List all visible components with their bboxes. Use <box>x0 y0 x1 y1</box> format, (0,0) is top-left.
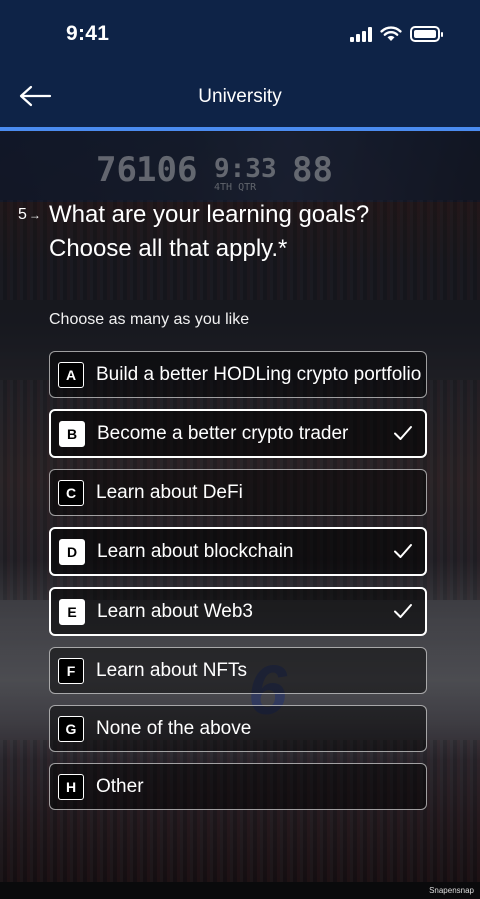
progress-bar <box>0 127 480 131</box>
wifi-icon <box>380 26 402 41</box>
option-key: D <box>59 539 85 565</box>
option-f[interactable]: F Learn about NFTs <box>49 647 427 694</box>
option-label: Learn about NFTs <box>96 660 248 681</box>
status-time: 9:41 <box>66 22 110 45</box>
option-label: Build a better HODLing crypto portfolio <box>96 364 422 385</box>
option-key: H <box>58 774 84 800</box>
progress-fill <box>0 127 480 131</box>
option-key: C <box>58 480 84 506</box>
checkmark-icon <box>394 604 412 618</box>
cellular-signal-icon <box>350 26 372 42</box>
option-label: None of the above <box>96 718 252 739</box>
top-bar: 9:41 University <box>0 0 480 127</box>
option-key: E <box>59 599 85 625</box>
option-h[interactable]: H Other <box>49 763 427 810</box>
question-subtitle: Choose as many as you like <box>49 311 250 328</box>
question-text: What are your learning goals? Choose all… <box>49 201 370 262</box>
option-label: Learn about DeFi <box>96 482 243 503</box>
bottom-strip <box>0 882 480 899</box>
question-number: 5 → <box>18 206 41 224</box>
options-list: A Build a better HODLing crypto portfoli… <box>49 351 427 821</box>
option-label: Become a better crypto trader <box>97 423 349 444</box>
option-a[interactable]: A Build a better HODLing crypto portfoli… <box>49 351 427 398</box>
option-d[interactable]: D Learn about blockchain <box>49 527 427 576</box>
option-label: Other <box>96 776 144 797</box>
watermark: Snapensnap <box>429 886 474 895</box>
option-key: F <box>58 658 84 684</box>
option-e[interactable]: E Learn about Web3 <box>49 587 427 636</box>
battery-icon <box>410 26 443 42</box>
page-title: University <box>198 86 282 107</box>
arrow-right-icon: → <box>28 208 41 222</box>
option-label: Learn about blockchain <box>97 541 294 562</box>
option-g[interactable]: G None of the above <box>49 705 427 752</box>
status-icons <box>350 26 443 42</box>
option-c[interactable]: C Learn about DeFi <box>49 469 427 516</box>
option-key: G <box>58 716 84 742</box>
question-number-text: 5 <box>18 206 27 223</box>
option-key: B <box>59 421 85 447</box>
checkmark-icon <box>394 544 412 558</box>
option-b[interactable]: B Become a better crypto trader <box>49 409 427 458</box>
option-label: Learn about Web3 <box>97 601 253 622</box>
option-key: A <box>58 362 84 388</box>
checkmark-icon <box>394 426 412 440</box>
